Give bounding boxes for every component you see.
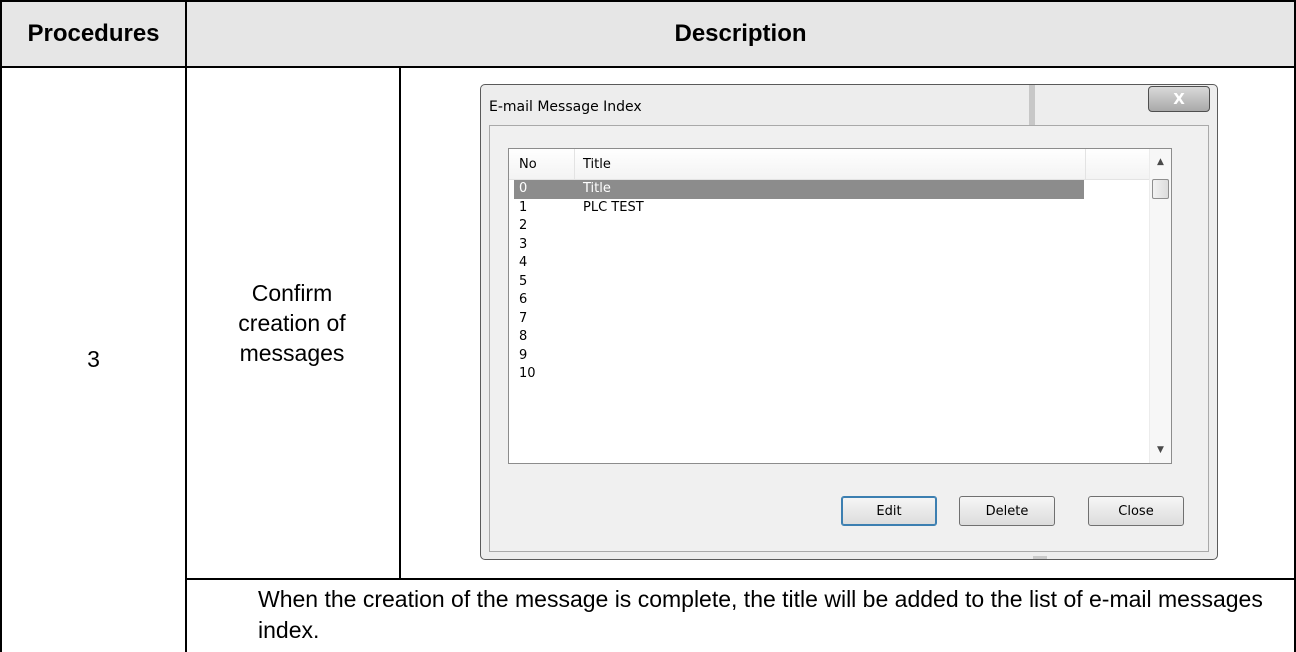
list-item[interactable]: 5 (509, 273, 1149, 292)
step-note: When the creation of the message is comp… (258, 586, 1263, 643)
list-item[interactable]: 4 (509, 254, 1149, 273)
edit-button[interactable]: Edit (841, 496, 937, 526)
list-item-no: 4 (519, 255, 528, 270)
close-icon[interactable]: X (1148, 86, 1210, 112)
step-action: Confirm creation of messages (238, 280, 346, 366)
list-item-no: 5 (519, 273, 528, 289)
list-item-no: 2 (519, 218, 528, 233)
list-item[interactable]: 8 (509, 328, 1149, 347)
table-header-divider (0, 66, 1296, 68)
column-separator[interactable] (1085, 149, 1086, 179)
list-item[interactable]: 10 (509, 365, 1149, 384)
email-message-index-dialog: E-mail Message Index X No Title 0 Title 1 P… (480, 84, 1218, 560)
list-item[interactable]: 2 (509, 217, 1149, 236)
list-item-title: PLC TEST (583, 199, 644, 215)
close-button[interactable]: Close (1088, 496, 1184, 526)
list-item[interactable]: 9 (509, 347, 1149, 366)
list-item-no: 10 (519, 366, 536, 381)
table-divider-procedures (185, 0, 187, 652)
list-item-no: 6 (519, 292, 528, 307)
header-description: Description (674, 20, 807, 47)
delete-button[interactable]: Delete (959, 496, 1055, 526)
list-item[interactable]: 1 PLC TEST (509, 199, 1149, 218)
header-procedures: Procedures (27, 20, 160, 47)
list-item-no: 1 (519, 199, 528, 215)
column-header-no[interactable]: No (519, 149, 537, 179)
list-header: No Title (509, 149, 1149, 180)
table-divider-action (399, 66, 401, 580)
list-rows: 0 Title 1 PLC TEST 2 3 4 5 6 7 8 9 10 (509, 180, 1149, 384)
list-item-no: 7 (519, 310, 528, 326)
list-item[interactable]: 0 Title (509, 180, 1149, 199)
list-scrollbar[interactable]: ▲ ▼ (1149, 149, 1171, 463)
list-item-title: Title (583, 181, 611, 196)
dialog-title: E-mail Message Index (489, 99, 642, 115)
triangle-up-icon[interactable]: ▲ (1150, 152, 1171, 172)
step-number: 3 (87, 346, 100, 372)
list-item[interactable]: 6 (509, 291, 1149, 310)
table-note-divider (185, 578, 1296, 580)
list-item-no: 8 (519, 329, 528, 344)
close-glyph: X (1173, 90, 1185, 108)
list-item-no: 9 (519, 347, 528, 363)
dialog-grip (1033, 556, 1047, 559)
list-item[interactable]: 7 (509, 310, 1149, 329)
list-item-no: 0 (519, 181, 528, 196)
column-separator[interactable] (574, 149, 575, 179)
scroll-thumb[interactable] (1152, 179, 1169, 199)
message-list[interactable]: No Title 0 Title 1 PLC TEST 2 3 4 5 6 7 8 9 10 ▲ ▼ (508, 148, 1172, 464)
column-header-title[interactable]: Title (583, 149, 611, 179)
list-item[interactable]: 3 (509, 236, 1149, 255)
triangle-down-icon[interactable]: ▼ (1150, 440, 1171, 460)
titlebar-mark (1029, 85, 1035, 125)
list-item-no: 3 (519, 236, 528, 252)
